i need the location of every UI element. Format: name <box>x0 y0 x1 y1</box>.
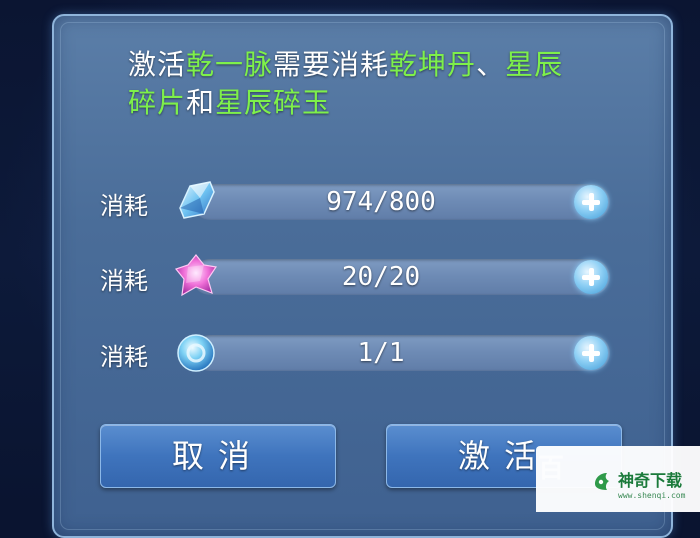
watermark-url: www.shenqi.com <box>618 491 686 500</box>
cost-value: 1/1 <box>357 338 405 368</box>
desc-text: 激活 <box>128 48 187 81</box>
cost-bar: 1/1 <box>192 335 610 371</box>
cost-value: 20/20 <box>341 262 421 292</box>
shenqi-logo-icon <box>595 473 609 490</box>
cost-row-2: 消耗 20/20 <box>100 253 620 303</box>
add-item-3-button[interactable] <box>574 336 608 370</box>
pink-star-shard-icon <box>174 254 218 297</box>
cancel-button[interactable]: 取消 <box>100 424 336 488</box>
watermark-ghost-text: 百 <box>538 454 565 484</box>
meridian-name: 乾一脉 <box>186 48 274 81</box>
cost-row-3: 消耗 1/1 <box>100 329 620 379</box>
activation-description: 激活乾一脉需要消耗乾坤丹、星辰碎片和星辰碎玉 <box>128 46 618 122</box>
add-item-1-button[interactable] <box>574 185 608 219</box>
cost-row-1: 消耗 974/800 <box>100 178 620 228</box>
cost-label: 消耗 <box>100 192 148 220</box>
blue-orb-icon <box>177 334 215 372</box>
cost-bar: 20/20 <box>192 259 610 295</box>
cost-bar: 974/800 <box>192 184 610 220</box>
item-name-1: 乾坤丹 <box>389 48 477 81</box>
desc-text: 需要消耗 <box>273 48 390 81</box>
desc-text: 和 <box>186 86 216 119</box>
cost-value: 974/800 <box>326 187 436 217</box>
add-item-2-button[interactable] <box>574 260 608 294</box>
item-name-3: 星辰碎玉 <box>215 86 332 119</box>
item-name-2-cont: 碎片 <box>128 86 187 119</box>
blue-crystal-icon <box>179 181 215 219</box>
desc-separator: 、 <box>476 48 506 81</box>
cost-label: 消耗 <box>100 267 148 295</box>
item-name-2: 星辰 <box>505 48 564 81</box>
cost-label: 消耗 <box>100 343 148 371</box>
watermark-site-name: 神奇下载 <box>618 471 683 490</box>
